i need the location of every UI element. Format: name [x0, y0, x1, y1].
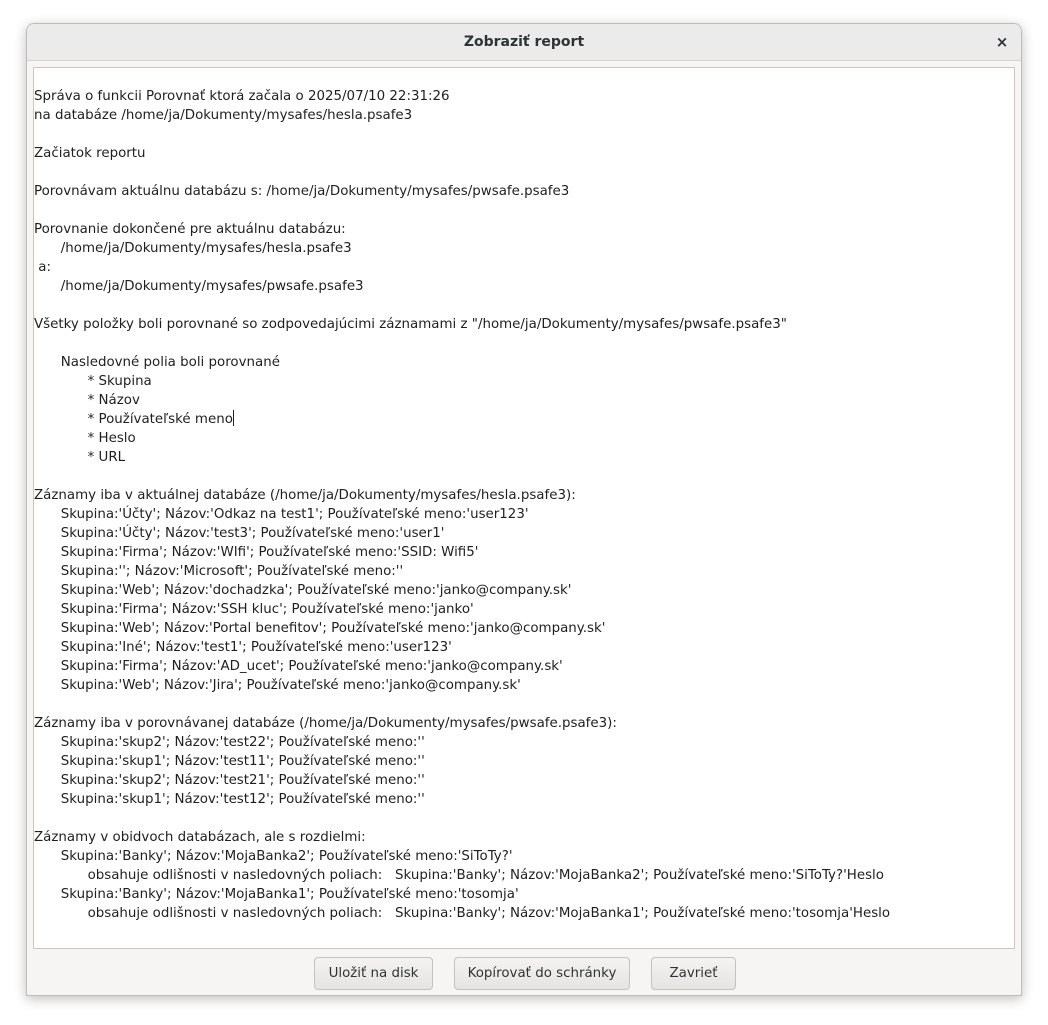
- dialog-title: Zobraziť report: [463, 34, 585, 50]
- report-line: Záznamy v obidvoch databázach, ale s roz…: [34, 830, 366, 845]
- report-line: Skupina:'Účty'; Názov:'Odkaz na test1'; …: [34, 507, 529, 522]
- report-line: /home/ja/Dokumenty/mysafes/hesla.psafe3: [34, 241, 352, 256]
- report-line: Skupina:'Web'; Názov:'Jira'; Používateľs…: [34, 678, 521, 693]
- report-line: Porovnanie dokončené pre aktuálnu databá…: [34, 222, 346, 237]
- report-line: obsahuje odlišnosti v nasledovných polia…: [34, 906, 891, 921]
- report-line: Záznamy iba v porovnávanej databáze (/ho…: [34, 716, 617, 731]
- report-line: Porovnávam aktuálnu databázu s: /home/ja…: [34, 184, 570, 199]
- report-dialog: Zobraziť report × Správa o funkcii Porov…: [26, 23, 1022, 996]
- report-line: Skupina:'Web'; Názov:'Portal benefitov';…: [34, 621, 606, 636]
- report-line: Správa o funkcii Porovnať ktorá začala o…: [34, 89, 450, 104]
- report-line: Všetky položky boli porovnané so zodpove…: [34, 317, 787, 332]
- report-line: * Názov: [34, 393, 140, 408]
- report-line: Skupina:'Firma'; Názov:'SSH kluc'; Použí…: [34, 602, 474, 617]
- report-line: Skupina:'Web'; Názov:'dochadzka'; Použív…: [34, 583, 572, 598]
- report-line: Skupina:'skup2'; Názov:'test21'; Používa…: [34, 773, 425, 788]
- report-line: Skupina:'Banky'; Názov:'MojaBanka1'; Pou…: [34, 887, 519, 902]
- report-line: Skupina:'Účty'; Názov:'test3'; Používate…: [34, 526, 445, 541]
- save-to-disk-button[interactable]: Uložiť na disk: [314, 957, 433, 990]
- report-line: * Skupina: [34, 374, 152, 389]
- report-line: Skupina:'skup2'; Názov:'test22'; Používa…: [34, 735, 425, 750]
- report-content[interactable]: Správa o funkcii Porovnať ktorá začala o…: [34, 87, 890, 923]
- report-line: Skupina:''; Názov:'Microsoft'; Používate…: [34, 564, 404, 579]
- title-bar: Zobraziť report ×: [27, 24, 1021, 61]
- report-line: obsahuje odlišnosti v nasledovných polia…: [34, 868, 884, 883]
- report-line: Skupina:'Firma'; Názov:'WIfi'; Používate…: [34, 545, 479, 560]
- report-line: Nasledovné polia boli porovnané: [34, 355, 280, 370]
- report-line: * URL: [34, 450, 126, 465]
- report-line: /home/ja/Dokumenty/mysafes/pwsafe.psafe3: [34, 279, 364, 294]
- report-line: Skupina:'skup1'; Názov:'test11'; Používa…: [34, 754, 425, 769]
- report-line: na databáze /home/ja/Dokumenty/mysafes/h…: [34, 108, 413, 123]
- report-text-view[interactable]: Správa o funkcii Porovnať ktorá začala o…: [33, 67, 1015, 949]
- report-line: * Používateľské meno: [34, 412, 233, 427]
- report-line: Skupina:'Iné'; Názov:'test1'; Používateľ…: [34, 640, 452, 655]
- text-cursor: [232, 410, 234, 426]
- close-icon[interactable]: ×: [991, 31, 1013, 53]
- report-line: a:: [34, 260, 51, 275]
- report-line: * Heslo: [34, 431, 136, 446]
- copy-to-clipboard-button[interactable]: Kopírovať do schránky: [454, 957, 630, 990]
- report-line: Skupina:'skup1'; Názov:'test12'; Používa…: [34, 792, 425, 807]
- report-line: Skupina:'Banky'; Názov:'MojaBanka2'; Pou…: [34, 849, 513, 864]
- report-line: Začiatok reportu: [34, 146, 146, 161]
- close-button[interactable]: Zavrieť: [651, 957, 736, 990]
- report-line: Skupina:'Firma'; Názov:'AD_ucet'; Použív…: [34, 659, 563, 674]
- report-line: Záznamy iba v aktuálnej databáze (/home/…: [34, 488, 576, 503]
